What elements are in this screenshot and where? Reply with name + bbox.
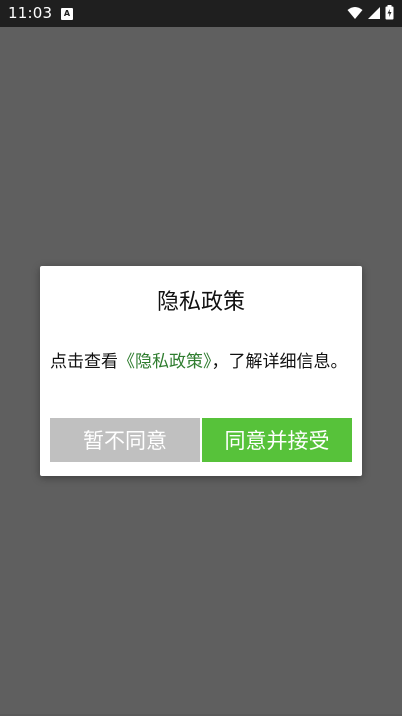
decline-button[interactable]: 暂不同意 [50, 418, 200, 462]
battery-icon [385, 5, 394, 20]
notification-app-icon: A [61, 8, 73, 20]
message-suffix: ，了解详细信息。 [211, 352, 348, 372]
wifi-icon [347, 6, 363, 19]
dialog-message: 点击查看《隐私政策》，了解详细信息。 [50, 344, 350, 380]
status-bar: 11:03 A [0, 0, 402, 27]
privacy-policy-dialog: 隐私政策 点击查看《隐私政策》，了解详细信息。 暂不同意 同意并接受 [40, 266, 362, 476]
dialog-title: 隐私政策 [156, 290, 245, 315]
message-prefix: 点击查看 [50, 352, 118, 372]
signal-icon [368, 6, 380, 19]
status-time: 11:03 [8, 4, 53, 22]
privacy-policy-link[interactable]: 《隐私政策》 [118, 352, 212, 372]
accept-button[interactable]: 同意并接受 [202, 418, 352, 462]
status-icons [347, 5, 394, 20]
